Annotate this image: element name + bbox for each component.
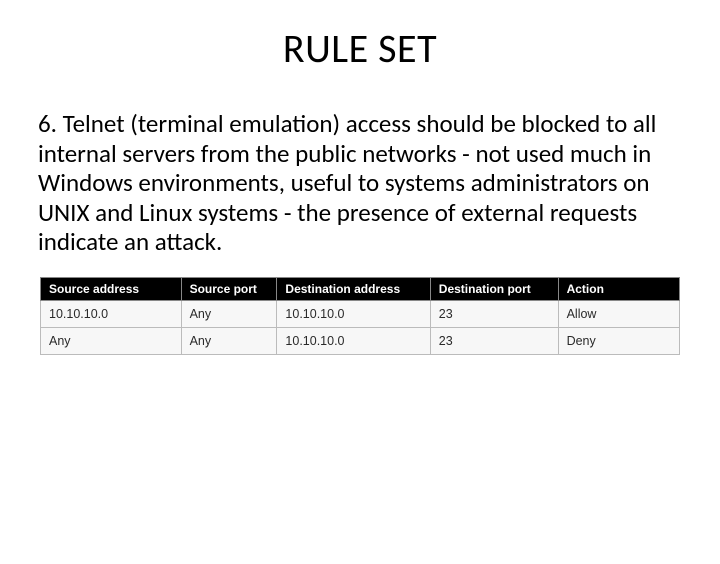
table-row: Any Any 10.10.10.0 23 Deny [41,327,680,354]
cell-source-address: Any [41,327,182,354]
cell-action: Allow [558,300,679,327]
table-header-row: Source address Source port Destination a… [41,277,680,300]
cell-destination-port: 23 [430,327,558,354]
slide-title: RULE SET [0,24,720,73]
cell-source-port: Any [181,327,277,354]
rules-table: Source address Source port Destination a… [40,277,680,355]
cell-source-port: Any [181,300,277,327]
table-row: 10.10.10.0 Any 10.10.10.0 23 Allow [41,300,680,327]
slide: RULE SET 6. Telnet (terminal emulation) … [0,24,720,564]
col-header-destination-address: Destination address [277,277,430,300]
cell-destination-address: 10.10.10.0 [277,327,430,354]
cell-destination-port: 23 [430,300,558,327]
col-header-action: Action [558,277,679,300]
cell-source-address: 10.10.10.0 [41,300,182,327]
col-header-destination-port: Destination port [430,277,558,300]
col-header-source-address: Source address [41,277,182,300]
cell-action: Deny [558,327,679,354]
rules-table-container: Source address Source port Destination a… [40,277,680,355]
slide-body-text: 6. Telnet (terminal emulation) access sh… [38,109,682,257]
col-header-source-port: Source port [181,277,277,300]
cell-destination-address: 10.10.10.0 [277,300,430,327]
